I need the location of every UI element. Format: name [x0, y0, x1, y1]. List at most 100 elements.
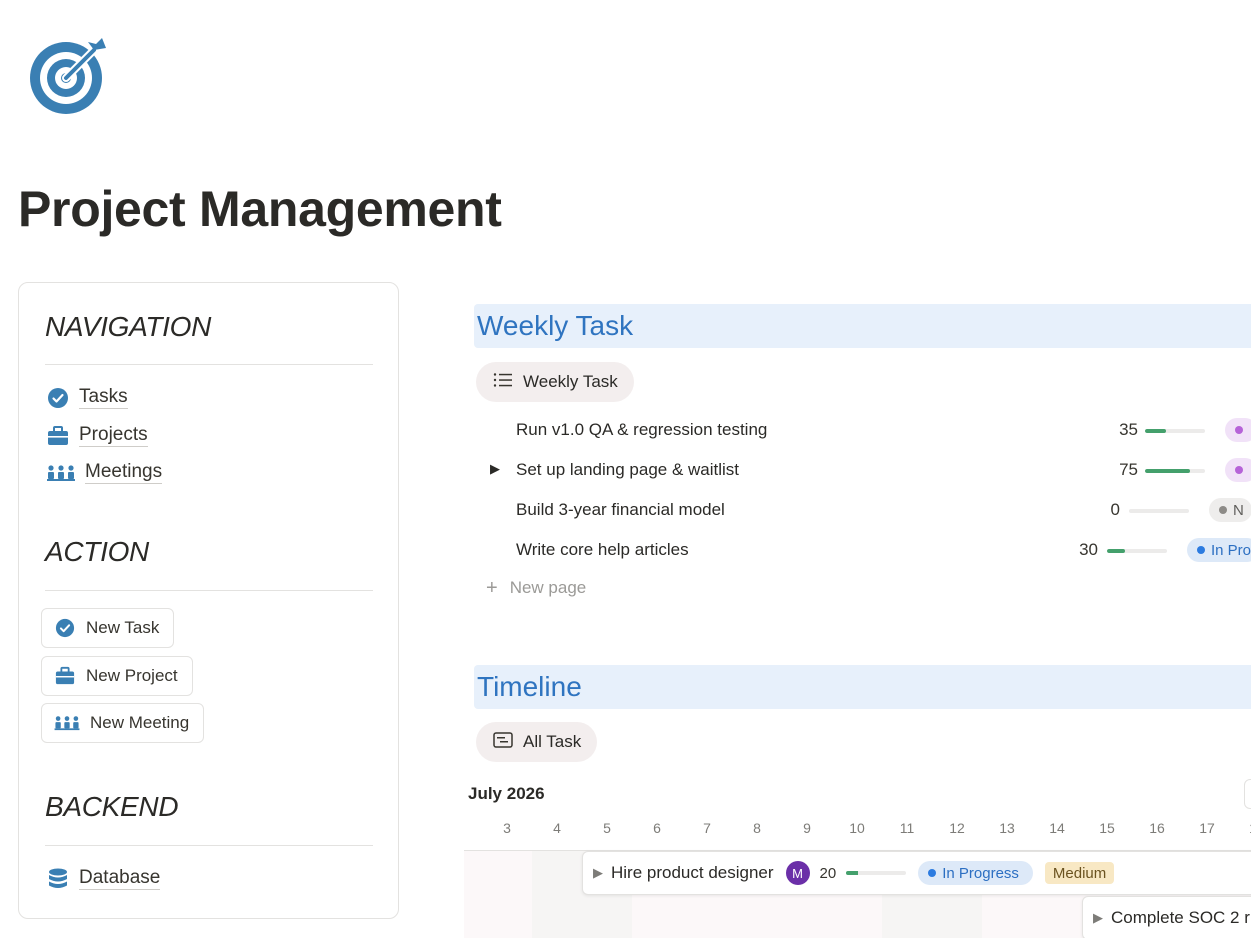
check-circle-icon [47, 387, 69, 409]
briefcase-icon [47, 425, 69, 447]
timeline-day: 4 [553, 820, 561, 836]
nav-link-database[interactable]: Database [47, 867, 161, 890]
timeline-day: 14 [1049, 820, 1065, 836]
list-item[interactable]: ▶ Set up landing page & waitlist 75 [476, 453, 1251, 489]
timeline-day: 16 [1149, 820, 1165, 836]
button-label: New Meeting [90, 713, 190, 732]
tab-label: Weekly Task [523, 372, 618, 391]
progress-bar [846, 871, 907, 875]
expand-caret-icon[interactable]: ▶ [593, 865, 603, 881]
timeline-day: 15 [1099, 820, 1115, 836]
timeline-day: 11 [899, 820, 915, 836]
timeline-view-icon [493, 731, 513, 753]
progress-number: 20 [819, 864, 837, 882]
timeline-day: 7 [703, 820, 711, 836]
timeline-day: 1 [1238, 820, 1251, 836]
timeline-card[interactable]: ▶ Hire product designer M 20 In Progress… [582, 851, 1251, 895]
timeline-day: 5 [603, 820, 611, 836]
timeline-heading: Timeline [474, 665, 1251, 709]
expand-caret-icon[interactable]: ▶ [1093, 910, 1103, 926]
timeline-day: 6 [653, 820, 661, 836]
sidebar-card: NAVIGATION Tasks Projects Meetings ACTIO… [18, 282, 399, 919]
status-text: In Pro [1211, 541, 1251, 559]
timeline-day: 17 [1199, 820, 1215, 836]
button-label: New Project [86, 666, 178, 685]
weekly-task-heading-text: Weekly Task [477, 310, 634, 341]
priority-badge[interactable]: Medium [1044, 862, 1115, 884]
nav-link-meetings[interactable]: Meetings [47, 461, 163, 484]
timeline-day: 13 [999, 820, 1015, 836]
tab-all-task[interactable]: All Task [476, 722, 598, 762]
task-name[interactable]: Hire product designer [611, 863, 774, 883]
timeline-column [464, 851, 532, 938]
new-meeting-button[interactable]: New Meeting [41, 703, 205, 743]
progress-number: 35 [1119, 420, 1138, 439]
nav-link-label[interactable]: Database [79, 867, 161, 890]
progress-bar-fill [1145, 429, 1166, 433]
task-name[interactable]: Set up landing page & waitlist [516, 460, 739, 480]
timeline-nav-button[interactable] [1244, 779, 1251, 809]
divider [45, 845, 373, 846]
avatar: M [785, 861, 810, 885]
status-dot [1197, 546, 1205, 554]
navigation-heading: NAVIGATION [45, 311, 212, 342]
timeline-card[interactable]: ▶ Complete SOC 2 r [1082, 896, 1251, 938]
tab-label: All Task [523, 732, 582, 751]
backend-heading: BACKEND [45, 791, 179, 822]
plus-icon: + [486, 577, 498, 599]
progress-number: 75 [1119, 460, 1138, 479]
action-heading: ACTION [45, 536, 149, 567]
nav-link-label[interactable]: Tasks [79, 386, 128, 409]
status-badge[interactable]: N [1209, 498, 1251, 522]
nav-link-label[interactable]: Meetings [85, 461, 163, 484]
progress-bar [1145, 429, 1205, 433]
progress-number: 30 [1079, 540, 1098, 559]
task-name[interactable]: Run v1.0 QA & regression testing [516, 420, 767, 440]
progress-bar-fill [1107, 549, 1125, 553]
tab-weekly-task[interactable]: Weekly Task [476, 362, 634, 402]
database-icon [47, 868, 69, 890]
status-badge[interactable] [1225, 418, 1251, 442]
timeline-day: 12 [949, 820, 965, 836]
task-name[interactable]: Complete SOC 2 r [1111, 908, 1250, 928]
task-name[interactable]: Build 3-year financial model [516, 500, 725, 520]
weekly-task-heading: Weekly Task [474, 304, 1251, 348]
timeline-day: 9 [803, 820, 811, 836]
status-badge[interactable] [1225, 458, 1251, 482]
new-page-button[interactable]: + New page [486, 578, 586, 598]
list-item[interactable]: Write core help articles 30 In Pro [476, 533, 1251, 569]
timeline-day: 10 [849, 820, 865, 836]
new-project-button[interactable]: New Project [41, 656, 193, 696]
list-item[interactable]: Build 3-year financial model 0 N [476, 493, 1251, 529]
progress-bar-fill [846, 871, 859, 875]
list-item[interactable]: Run v1.0 QA & regression testing 35 [476, 413, 1251, 449]
task-name[interactable]: Write core help articles [516, 540, 689, 560]
new-task-button[interactable]: New Task [41, 608, 175, 648]
status-dot [1219, 506, 1227, 514]
people-icon [47, 462, 75, 484]
progress-bar [1107, 549, 1167, 553]
button-label: New Task [86, 618, 160, 637]
status-dot [1235, 426, 1243, 434]
nav-link-tasks[interactable]: Tasks [47, 386, 128, 409]
status-badge[interactable]: In Progress [918, 861, 1033, 885]
target-icon[interactable] [28, 38, 108, 116]
progress-bar [1145, 469, 1205, 473]
status-dot [928, 869, 937, 877]
status-badge[interactable]: In Pro [1187, 538, 1251, 562]
briefcase-icon [54, 665, 76, 687]
nav-link-projects[interactable]: Projects [47, 424, 148, 447]
progress-bar [1129, 509, 1189, 513]
progress-bar-fill [1145, 469, 1190, 473]
expand-caret-icon[interactable]: ▶ [490, 461, 500, 477]
check-circle-icon [54, 617, 76, 639]
nav-link-label[interactable]: Projects [79, 424, 148, 447]
status-text: In Progress [942, 864, 1019, 882]
new-page-label: New page [509, 578, 587, 597]
status-dot [1235, 466, 1243, 474]
page-title: Project Management [18, 181, 502, 237]
divider [45, 590, 373, 591]
timeline-day: 3 [503, 820, 511, 836]
timeline-day: 8 [753, 820, 761, 836]
timeline-heading-text: Timeline [477, 671, 582, 702]
